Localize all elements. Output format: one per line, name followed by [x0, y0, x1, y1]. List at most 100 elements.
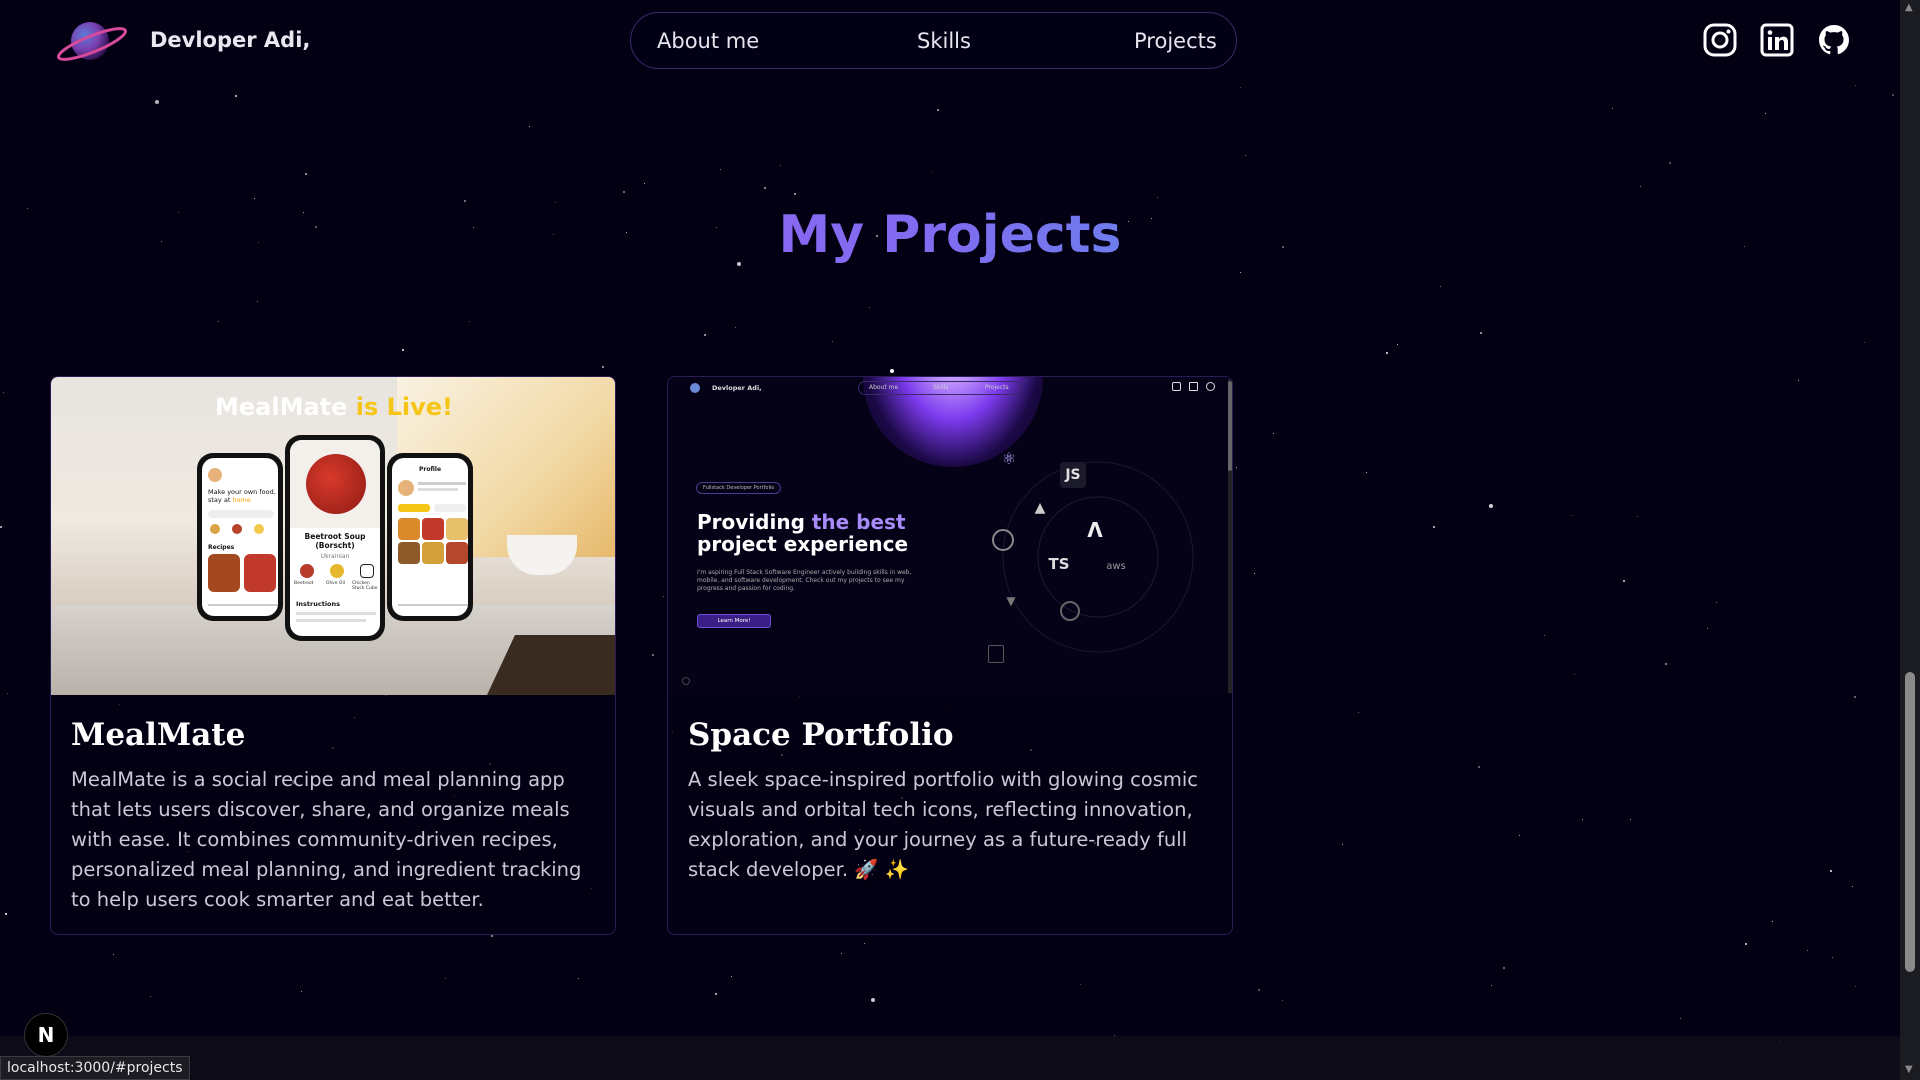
scroll-down-arrow-icon[interactable]: ▼	[1905, 1064, 1913, 1075]
mini-logo-icon	[690, 383, 700, 393]
instagram-icon[interactable]	[1702, 22, 1738, 58]
nav-link-skills[interactable]: Skills	[917, 29, 971, 53]
star	[1273, 433, 1275, 435]
star	[937, 109, 939, 111]
star	[5, 913, 7, 915]
nav-link-projects[interactable]: Projects	[1134, 29, 1217, 53]
star	[864, 943, 866, 945]
project-card-space-portfolio[interactable]: Devloper Adi, About me Skills Projects F…	[667, 376, 1233, 935]
star	[529, 126, 531, 128]
linkedin-icon[interactable]	[1759, 22, 1795, 58]
star	[1707, 628, 1709, 630]
star	[1640, 186, 1642, 188]
star	[1637, 516, 1639, 518]
mealmate-preview-image: MealMate is Live! Make your own food, st…	[51, 377, 615, 695]
star	[1366, 472, 1368, 474]
star	[1630, 819, 1632, 821]
star	[871, 998, 875, 1002]
scrollbar-thumb[interactable]	[1905, 672, 1915, 972]
mini-brand: Devloper Adi,	[712, 384, 762, 392]
project-title: MealMate	[71, 717, 246, 753]
star	[402, 349, 404, 351]
firebase-icon: ▲	[1034, 500, 1046, 516]
typescript-icon: TS	[1048, 555, 1070, 573]
scroll-up-arrow-icon[interactable]: ▲	[1905, 2, 1913, 13]
project-description: MealMate is a social recipe and meal pla…	[71, 768, 582, 911]
star	[1240, 272, 1242, 274]
star	[1282, 1000, 1284, 1002]
star	[1582, 819, 1584, 821]
star	[704, 334, 706, 336]
mini-github-icon	[1206, 382, 1215, 391]
star	[3, 392, 5, 394]
mini-hero-body: I'm aspiring Full Stack Software Enginee…	[697, 569, 912, 592]
star	[1855, 986, 1857, 988]
star	[1892, 94, 1894, 96]
star	[1258, 989, 1260, 991]
star	[1680, 1018, 1682, 1020]
star	[890, 369, 894, 373]
star	[218, 321, 220, 323]
star	[257, 301, 259, 303]
star	[1854, 696, 1856, 698]
star	[1386, 352, 1388, 354]
star	[1765, 113, 1767, 115]
navbar: Devloper Adi, About me Skills Projects	[0, 0, 1900, 82]
star	[235, 95, 237, 97]
star	[7, 693, 9, 695]
next-dev-indicator-button[interactable]: N	[24, 1013, 68, 1057]
vue-icon: ▼	[1006, 594, 1016, 608]
space-portfolio-preview-image: Devloper Adi, About me Skills Projects F…	[668, 377, 1232, 695]
star	[1716, 602, 1718, 604]
star	[1491, 985, 1493, 987]
star	[623, 191, 625, 193]
nav-link-about[interactable]: About me	[657, 29, 759, 53]
star	[794, 193, 796, 195]
project-description: A sleek space-inspired portfolio with gl…	[688, 768, 1199, 881]
nav-menu: About me Skills Projects	[630, 12, 1237, 69]
projects-heading: My Projects	[0, 205, 1900, 265]
star	[1080, 984, 1082, 986]
github-icon-orbit	[1060, 601, 1080, 621]
star	[1571, 515, 1573, 517]
project-card-mealmate[interactable]: MealMate is Live! Make your own food, st…	[50, 376, 616, 935]
bottom-bar	[0, 1036, 1900, 1080]
orbit-rings	[1002, 461, 1194, 653]
star	[1236, 467, 1238, 469]
phone-mockup-home: Make your own food, stay at home Recipes	[197, 453, 283, 621]
css-icon	[988, 645, 1004, 663]
star	[1433, 526, 1435, 528]
star	[1669, 162, 1671, 164]
github-icon[interactable]	[1816, 22, 1852, 58]
star	[1612, 108, 1614, 110]
star	[150, 996, 152, 998]
star	[464, 200, 466, 202]
mealmate-image-headline: MealMate is Live!	[214, 393, 454, 421]
star	[254, 198, 256, 200]
star	[1665, 663, 1667, 665]
star	[1798, 380, 1800, 382]
star	[869, 307, 871, 309]
star	[301, 991, 303, 993]
star	[155, 100, 159, 104]
phone-mockup-recipe: Beetroot Soup (Borscht) Ukrainian Beetro…	[285, 435, 385, 641]
star	[1772, 921, 1774, 923]
mini-nav: About me Skills Projects	[858, 381, 1022, 395]
mini-instagram-icon	[1172, 382, 1181, 391]
star	[113, 954, 115, 956]
star	[1240, 87, 1242, 89]
star	[1245, 155, 1247, 157]
logo[interactable]	[56, 18, 130, 64]
star	[1745, 943, 1747, 945]
star	[1852, 886, 1854, 888]
star	[735, 327, 737, 329]
planet-logo-icon	[56, 22, 128, 61]
star	[764, 187, 766, 189]
star	[1342, 844, 1344, 846]
brand-name[interactable]: Devloper Adi,	[150, 28, 310, 52]
star	[305, 173, 307, 175]
star	[731, 976, 733, 978]
star	[1623, 580, 1625, 582]
mini-next-icon	[682, 677, 690, 685]
star	[1397, 344, 1399, 346]
